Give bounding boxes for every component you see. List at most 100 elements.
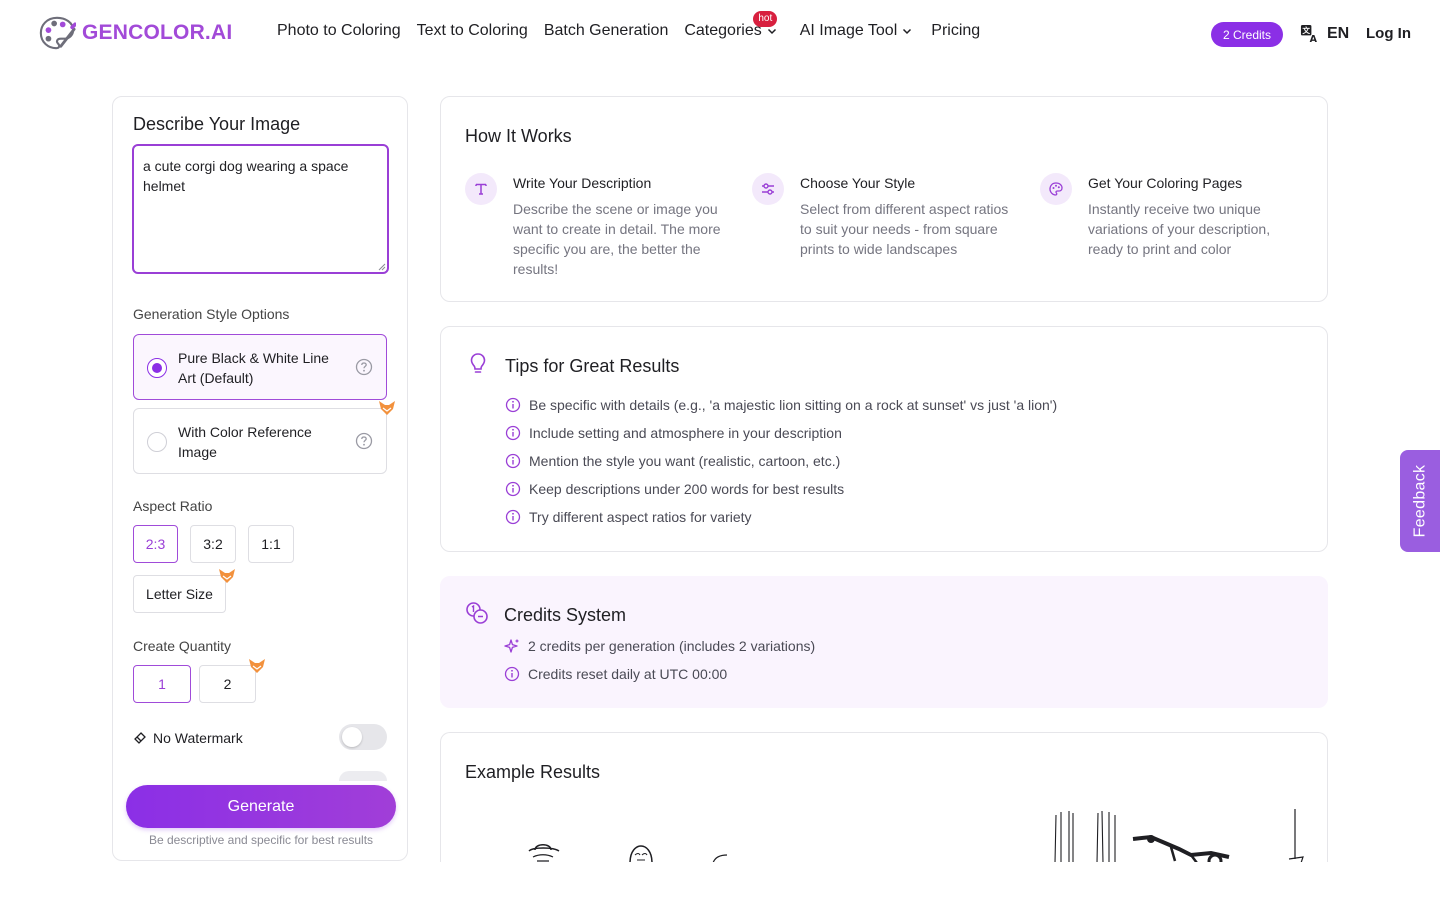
tip-text: Mention the style you want (realistic, c… — [529, 453, 841, 469]
nav-categories[interactable]: Categories hot — [684, 11, 778, 40]
radio-dot — [151, 362, 162, 373]
style-option-label: Pure Black & White Line Art (Default) — [178, 350, 329, 386]
premium-fox-icon — [379, 401, 395, 415]
premium-fox-icon — [219, 569, 235, 583]
description-textarea[interactable]: a cute corgi dog wearing a space helmet — [132, 144, 389, 274]
style-section-label: Generation Style Options — [133, 306, 290, 322]
aspect-section-label: Aspect Ratio — [133, 498, 213, 514]
palette-logo-icon — [39, 16, 76, 50]
nav-batch-generation[interactable]: Batch Generation — [544, 22, 669, 40]
credits-text: 2 credits per generation (includes 2 var… — [528, 638, 816, 654]
credits-item: Credits reset daily at UTC 00:00 — [504, 666, 727, 682]
no-watermark-toggle[interactable] — [339, 724, 387, 750]
info-icon — [505, 425, 521, 441]
radio-unselected[interactable] — [147, 432, 167, 452]
step-icon-wrap — [465, 173, 497, 205]
tip-text: Be specific with details (e.g., 'a majes… — [529, 397, 1058, 413]
example-image-motorcycle[interactable] — [1131, 833, 1231, 862]
step-icon-wrap — [1040, 173, 1072, 205]
generate-hint: Be descriptive and specific for best res… — [148, 833, 374, 847]
brand-name: GENCOLOR.AI — [82, 21, 233, 44]
sparkle-icon — [504, 639, 519, 653]
text-icon — [475, 183, 487, 195]
info-icon — [505, 509, 521, 525]
nav-photo-to-coloring[interactable]: Photo to Coloring — [277, 22, 401, 40]
tip-item: Try different aspect ratios for variety — [505, 509, 752, 525]
tip-item: Include setting and atmosphere in your d… — [505, 425, 842, 441]
tip-text: Keep descriptions under 200 words for be… — [529, 481, 845, 497]
partially-hidden-toggle[interactable] — [339, 771, 387, 781]
main-nav: Photo to Coloring Text to Coloring Batch… — [277, 11, 980, 40]
credits-system-title: Credits System — [504, 605, 627, 625]
step-icon-wrap — [752, 173, 784, 205]
no-watermark-label: No Watermark — [153, 730, 243, 746]
quantity-section-label: Create Quantity — [133, 638, 232, 654]
language-code: EN — [1327, 24, 1350, 42]
credits-text: Credits reset daily at UTC 00:00 — [528, 666, 728, 682]
quantity-1-button[interactable]: 1 — [133, 665, 191, 703]
step-description: Select from different aspect ratios to s… — [800, 201, 1009, 257]
coins-icon — [466, 602, 488, 624]
how-it-works-card: How It Works Write Your Description Desc… — [440, 96, 1328, 302]
radio-selected[interactable] — [147, 358, 167, 378]
toggle-knob — [342, 727, 362, 747]
example-image-pole[interactable] — [1287, 809, 1307, 862]
palette-icon — [1049, 182, 1063, 196]
credits-badge[interactable]: 2 Credits — [1211, 22, 1284, 47]
nav-ai-image-tool[interactable]: AI Image Tool — [800, 22, 914, 40]
credits-system-card: Credits System 2 credits per generation … — [440, 576, 1328, 708]
example-image-lines[interactable] — [1051, 809, 1121, 862]
how-it-works-title: How It Works — [465, 126, 572, 146]
eraser-icon — [134, 732, 146, 744]
brand-logo[interactable]: GENCOLOR.AI — [38, 14, 232, 52]
example-results-card: Example Results — [440, 732, 1328, 862]
credits-item: 2 credits per generation (includes 2 var… — [504, 638, 815, 654]
step-title: Get Your Coloring Pages — [1088, 175, 1243, 191]
tip-text: Try different aspect ratios for variety — [529, 509, 752, 525]
style-option-color-reference[interactable]: With Color Reference Image — [133, 408, 387, 474]
hot-badge: hot — [753, 11, 778, 27]
aspect-ratio-letter-button[interactable]: Letter Size — [133, 575, 226, 613]
feedback-tab[interactable]: Feedback — [1400, 450, 1440, 552]
aspect-ratio-3-2-button[interactable]: 3:2 — [190, 525, 236, 563]
help-icon[interactable] — [355, 358, 373, 376]
help-icon[interactable] — [355, 432, 373, 450]
aspect-ratio-1-1-button[interactable]: 1:1 — [248, 525, 294, 563]
style-option-line-art[interactable]: Pure Black & White Line Art (Default) — [133, 334, 387, 400]
tip-text: Include setting and atmosphere in your d… — [529, 425, 842, 441]
info-icon — [505, 397, 521, 413]
login-link[interactable]: Log In — [1366, 25, 1411, 42]
top-header: GENCOLOR.AI Photo to Coloring Text to Co… — [0, 0, 1440, 68]
step-title: Choose Your Style — [800, 175, 916, 191]
sliders-icon — [762, 183, 774, 195]
nav-pricing[interactable]: Pricing — [931, 22, 980, 40]
form-title: Describe Your Image — [133, 114, 301, 134]
example-image-curve[interactable] — [711, 851, 731, 862]
step-description: Instantly receive two unique variations … — [1088, 201, 1271, 257]
example-image-face[interactable] — [627, 843, 655, 862]
lightbulb-icon — [470, 353, 486, 373]
resize-grip-icon[interactable] — [377, 262, 386, 271]
generate-button[interactable]: Generate — [126, 785, 396, 828]
tips-title: Tips for Great Results — [505, 356, 680, 376]
translate-icon: 文 A — [1300, 24, 1318, 43]
info-icon — [505, 481, 521, 497]
aspect-ratio-2-3-button[interactable]: 2:3 — [133, 525, 178, 563]
example-image-hat[interactable] — [523, 837, 563, 862]
tip-item: Mention the style you want (realistic, c… — [505, 453, 840, 469]
info-icon — [504, 666, 520, 682]
nav-ai-image-tool-label: AI Image Tool — [799, 22, 898, 39]
nav-categories-label: Categories — [684, 22, 762, 39]
generator-form-panel: Describe Your Image a cute corgi dog wea… — [112, 96, 408, 861]
language-switcher[interactable]: 文 A EN — [1300, 24, 1349, 43]
premium-fox-icon — [249, 659, 265, 673]
step-title: Write Your Description — [513, 175, 652, 191]
step-description: Describe the scene or image you want to … — [513, 201, 721, 277]
svg-text:A: A — [1310, 34, 1318, 43]
feedback-label: Feedback — [1411, 464, 1429, 538]
example-results-title: Example Results — [465, 762, 601, 782]
tip-item: Be specific with details (e.g., 'a majes… — [505, 397, 1057, 413]
info-icon — [505, 453, 521, 469]
nav-text-to-coloring[interactable]: Text to Coloring — [417, 22, 528, 40]
no-watermark-row: No Watermark — [133, 723, 389, 753]
